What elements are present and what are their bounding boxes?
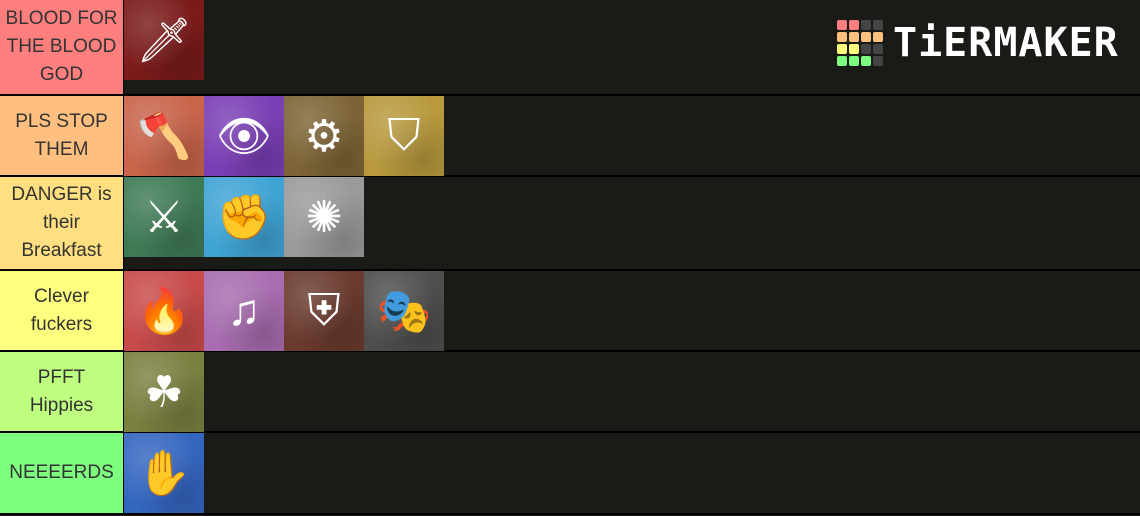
gear-icon: ⚙ [304,111,344,161]
tier-row: Clever fuckers 🔥 ♫ ⛨ 🎭 [0,271,1140,352]
tier-item[interactable]: 👁 [204,96,284,176]
tier-items: 🔥 ♫ ⛨ 🎭 [124,271,444,351]
logo-square [861,20,871,30]
logo-square [837,32,847,42]
logo-square [873,20,883,30]
tier-label[interactable]: DANGER is their Breakfast [0,177,124,269]
logo-square [861,56,871,66]
tier-item[interactable]: ♫ [204,271,284,351]
tier-row: PFFT Hippies ☘ [0,352,1140,433]
eye-icon: 👁 [216,112,272,161]
fist-icon: ✊ [216,193,272,242]
winged-helm-icon: ⛉ [387,111,421,160]
tier-label[interactable]: Clever fuckers [0,271,124,350]
tier-row: DANGER is their Breakfast ⚔ ✊ ✺ [0,177,1140,271]
logo-square [849,56,859,66]
logo-square [849,32,859,42]
logo-square [849,44,859,54]
tier-item[interactable]: 🪓 [124,96,204,176]
tier-item[interactable]: ⛨ [284,271,364,351]
blood-dagger-icon: 🗡 [136,16,192,65]
tier-item[interactable]: ✋ [124,433,204,513]
tier-item[interactable]: ⚙ [284,96,364,176]
crossed-blades-paw-icon: ⚔ [144,192,184,242]
tier-label[interactable]: BLOOD FOR THE BLOOD GOD [0,0,124,94]
logo-wordmark: TiERMAKER [893,20,1119,66]
lute-icon: ♫ [227,286,261,335]
logo-square [873,32,883,42]
tier-label[interactable]: NEEEERDS [0,433,124,513]
logo-square [873,44,883,54]
tier-item[interactable]: ☘ [124,352,204,432]
logo-square [861,44,871,54]
tier-items: 🪓 👁 ⚙ ⛉ [124,96,444,176]
logo-square [837,44,847,54]
magic-hand-icon: ✋ [136,449,192,498]
tier-list: BLOOD FOR THE BLOOD GOD 🗡 PLS STOP THEM 🪓 👁 ⚙… [0,0,1140,515]
flame-drop-icon: 🔥 [136,287,192,336]
sickle-leaves-icon: ☘ [144,367,184,417]
logo-square [837,56,847,66]
logo-square [837,20,847,30]
tier-items: 🗡 [124,0,204,94]
tier-item[interactable]: 🎭 [364,271,444,351]
tiermaker-logo[interactable]: TiERMAKER [837,20,1119,66]
tier-items: ☘ [124,352,204,432]
tier-label[interactable]: PLS STOP THEM [0,96,124,175]
battle-axe-icon: 🪓 [136,112,192,161]
logo-grid-icon [837,20,883,66]
tier-item[interactable]: 🗡 [124,0,204,80]
mace-icon: ✺ [305,192,343,242]
tier-item[interactable]: ⛉ [364,96,444,176]
logo-square [861,32,871,42]
tier-row: PLS STOP THEM 🪓 👁 ⚙ ⛉ [0,96,1140,177]
tier-items: ⚔ ✊ ✺ [124,177,364,269]
tier-row: NEEEERDS ✋ [0,433,1140,515]
logo-square [873,56,883,66]
shield-axe-sword-icon: ⛨ [307,286,341,335]
tier-label[interactable]: PFFT Hippies [0,352,124,431]
tier-item[interactable]: 🔥 [124,271,204,351]
logo-square [849,20,859,30]
tier-item[interactable]: ✊ [204,177,284,257]
tier-items: ✋ [124,433,204,513]
mask-dagger-icon: 🎭 [376,287,432,336]
tier-item[interactable]: ✺ [284,177,364,257]
tier-item[interactable]: ⚔ [124,177,204,257]
